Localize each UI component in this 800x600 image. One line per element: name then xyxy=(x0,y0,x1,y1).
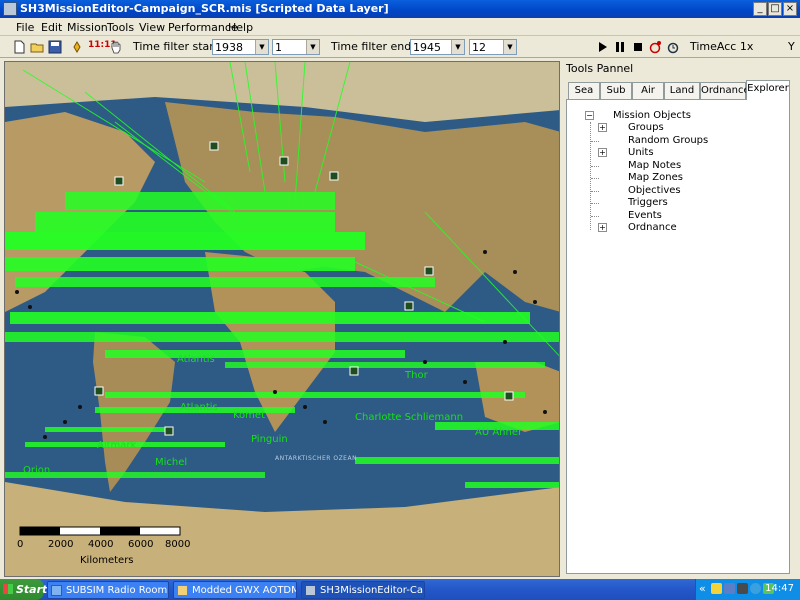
tray-hand-icon[interactable] xyxy=(711,583,722,594)
tray-network-icon[interactable] xyxy=(724,583,735,594)
folder-icon xyxy=(177,585,188,596)
tab-land[interactable]: Land xyxy=(664,82,700,99)
expand-icon[interactable]: + xyxy=(598,123,607,132)
tab-explorer[interactable]: Explorer xyxy=(746,80,790,100)
world-map xyxy=(5,62,559,576)
taskbar-item-folder[interactable]: Modded GWX AOTDMax xyxy=(173,581,297,599)
clock-settings-icon[interactable] xyxy=(666,40,680,54)
map-label[interactable]: Altmark xyxy=(97,440,136,451)
menu-edit[interactable]: Edit xyxy=(41,21,62,34)
map-label[interactable]: Michel xyxy=(155,457,187,468)
menu-bar: File Edit Mission Tools View Performance… xyxy=(0,18,800,36)
taskbar-item-browser[interactable]: SUBSIM Radio Room For... xyxy=(47,581,169,599)
chevron-down-icon: ▼ xyxy=(503,40,516,54)
menu-help[interactable]: Help xyxy=(228,21,253,34)
map-label[interactable]: Pinguin xyxy=(251,434,288,445)
pin-icon[interactable] xyxy=(70,40,84,54)
filter-end-year-select[interactable]: 1945 ▼ xyxy=(410,39,465,55)
filter-start-month-select[interactable]: 1 ▼ xyxy=(272,39,320,55)
new-file-icon[interactable] xyxy=(12,40,26,54)
tray-monitor-icon[interactable] xyxy=(737,583,748,594)
time-acceleration-label: TimeAcc 1x xyxy=(690,40,754,53)
tray-chevron-icon[interactable]: « xyxy=(699,582,706,595)
taskbar-item-mission-editor[interactable]: SH3MissionEditor-Ca... xyxy=(301,581,425,599)
ocean-label: ANTARKTISCHER OZEAN xyxy=(275,455,358,462)
tray-globe-icon[interactable] xyxy=(750,583,761,594)
time-filter-start-label: Time filter start xyxy=(133,40,219,53)
map-label[interactable]: Komet xyxy=(233,410,265,421)
tab-ordnance[interactable]: Ordnance xyxy=(700,82,750,99)
play-icon[interactable] xyxy=(595,40,609,54)
tree-item-map-notes[interactable]: Map Notes xyxy=(591,160,708,172)
maximize-button[interactable]: □ xyxy=(768,2,782,16)
tab-sub[interactable]: Sub xyxy=(600,82,632,99)
menu-mission[interactable]: Mission xyxy=(67,21,108,34)
map-label[interactable]: Charlotte Schliemann xyxy=(355,412,463,423)
filter-start-year-select[interactable]: 1938 ▼ xyxy=(212,39,269,55)
scale-unit-label: Kilometers xyxy=(80,555,134,566)
app-icon xyxy=(305,585,316,596)
expand-icon[interactable]: + xyxy=(598,223,607,232)
tools-tabs: Sea Sub Air Land Ordnance Explorer xyxy=(566,80,796,100)
stop-icon[interactable] xyxy=(631,40,645,54)
menu-view[interactable]: View xyxy=(139,21,165,34)
close-button[interactable]: × xyxy=(783,2,797,16)
filter-end-month-select[interactable]: 12 ▼ xyxy=(469,39,517,55)
chevron-down-icon: ▼ xyxy=(255,40,268,54)
taskbar: Start SUBSIM Radio Room For... Modded GW… xyxy=(0,579,800,600)
menu-file[interactable]: File xyxy=(16,21,34,34)
tree-item-events[interactable]: Events xyxy=(591,210,708,222)
map-label[interactable]: AU Ahner xyxy=(475,427,522,438)
tree-item-groups[interactable]: + Groups xyxy=(598,122,708,134)
expand-icon[interactable]: + xyxy=(598,148,607,157)
tree-item-objectives[interactable]: Objectives xyxy=(591,185,708,197)
start-button[interactable]: Start xyxy=(0,579,47,600)
scale-tick-label: 6000 xyxy=(128,539,154,550)
tab-air[interactable]: Air xyxy=(632,82,664,99)
map-label[interactable]: Atlantis xyxy=(177,354,215,365)
record-clock-icon[interactable] xyxy=(648,40,662,54)
tree-item-ordnance[interactable]: + Ordnance xyxy=(598,222,708,234)
chevron-down-icon: ▼ xyxy=(451,40,464,54)
toolbar: 11:11 Time filter start 1938 ▼ 1 ▼ Time fi… xyxy=(0,36,800,58)
system-tray: « 14:47 xyxy=(695,579,800,600)
scale-tick-label: 4000 xyxy=(88,539,114,550)
pause-icon[interactable] xyxy=(613,40,627,54)
tree-item-random-groups[interactable]: Random Groups xyxy=(591,135,708,147)
toolbar-overflow-text: Y xyxy=(788,40,795,53)
title-bar[interactable]: SH3MissionEditor-Campaign_SCR.mis [Scrip… xyxy=(0,0,800,18)
menu-tools[interactable]: Tools xyxy=(107,21,134,34)
tree-item-units[interactable]: + Units xyxy=(598,147,708,159)
map-label[interactable]: Atlantis xyxy=(180,402,218,413)
tree-item-triggers[interactable]: Triggers xyxy=(591,197,708,209)
map-label[interactable]: Thor xyxy=(405,370,428,381)
app-icon xyxy=(3,2,17,16)
collapse-icon[interactable]: − xyxy=(585,111,594,120)
tree-connector xyxy=(590,122,591,230)
clock: 14:47 xyxy=(765,583,794,594)
save-icon[interactable] xyxy=(48,40,62,54)
tools-panel-title: Tools Pannel xyxy=(566,62,634,75)
map-view[interactable]: ANTARKTISCHER OZEAN Orion Altmark Michel… xyxy=(4,61,560,577)
tab-sea[interactable]: Sea xyxy=(568,82,600,99)
window-title: SH3MissionEditor-Campaign_SCR.mis [Scrip… xyxy=(20,2,389,15)
tree-item-map-zones[interactable]: Map Zones xyxy=(591,172,708,184)
scale-tick-label: 2000 xyxy=(48,539,74,550)
hand-pan-icon[interactable] xyxy=(109,40,123,54)
map-scale-bar xyxy=(19,526,181,536)
open-folder-icon[interactable] xyxy=(30,40,44,54)
windows-logo-icon xyxy=(3,584,13,594)
scale-tick-label: 0 xyxy=(17,539,24,550)
browser-icon xyxy=(51,585,62,596)
map-label[interactable]: Orion xyxy=(23,465,50,476)
chevron-down-icon: ▼ xyxy=(306,40,319,54)
scale-tick-label: 8000 xyxy=(165,539,191,550)
minimize-button[interactable]: _ xyxy=(753,2,767,16)
time-filter-end-label: Time filter end xyxy=(331,40,412,53)
tree-root[interactable]: − Mission Objects xyxy=(585,110,695,122)
